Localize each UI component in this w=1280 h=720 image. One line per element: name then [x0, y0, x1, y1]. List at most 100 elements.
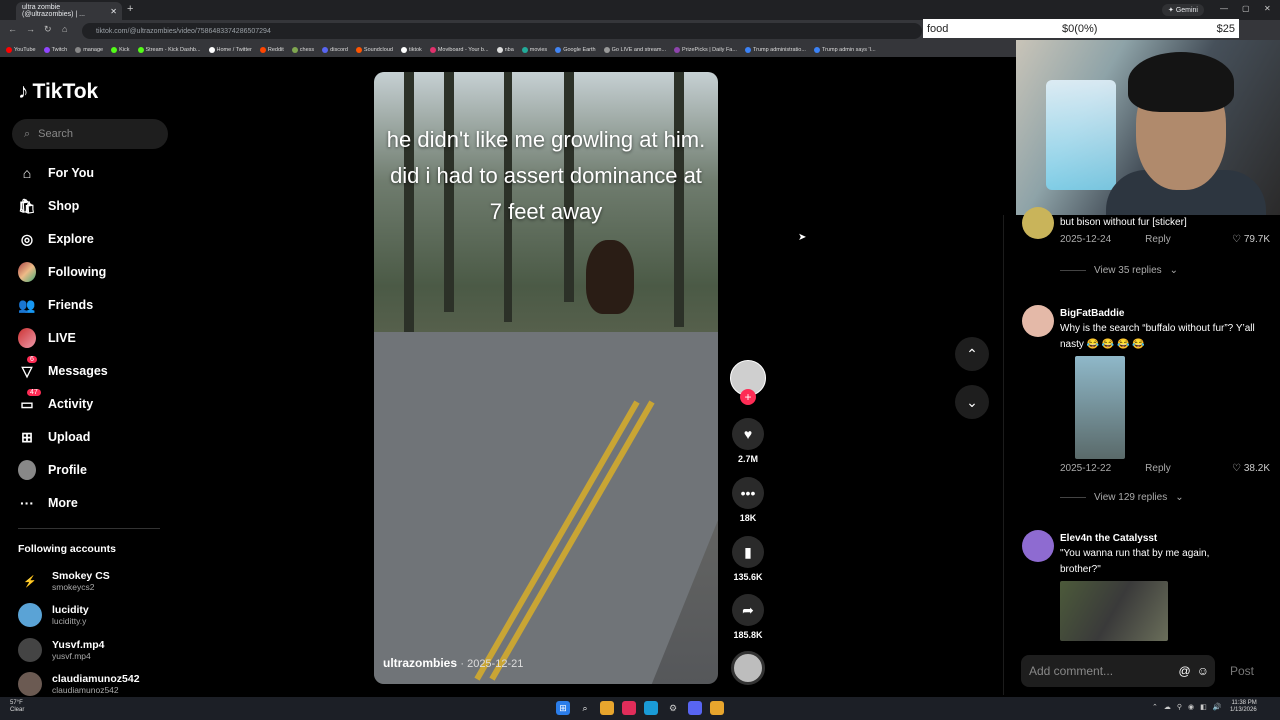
nav-more[interactable]: ··· More	[18, 490, 78, 516]
next-video-button[interactable]: ⌄	[955, 385, 989, 419]
taskbar-search-icon[interactable]: ⌕	[578, 701, 592, 715]
bookmark[interactable]: Reddit	[259, 46, 284, 53]
bookmark[interactable]: Twitch	[43, 46, 67, 53]
chrome-icon[interactable]	[600, 701, 614, 715]
discord-icon[interactable]	[688, 701, 702, 715]
comment-like-button[interactable]: ♡ 38.2K	[1232, 463, 1270, 474]
app-icon[interactable]: ⚙	[666, 701, 680, 715]
view-replies-button[interactable]: View 129 replies ⌄	[1060, 492, 1184, 503]
bookmark[interactable]: Stream - Kick Dashb...	[137, 46, 201, 53]
bookmark-label: Stream - Kick Dashb...	[145, 46, 201, 53]
save-button[interactable]: ▮ 135.6K	[730, 536, 766, 582]
media-icon[interactable]	[622, 701, 636, 715]
reply-button[interactable]: Reply	[1145, 463, 1171, 474]
avatar[interactable]	[1022, 530, 1054, 562]
like-button[interactable]: ♥ 2.7M	[730, 418, 766, 464]
clock[interactable]: 11:38 PM 1/13/2026	[1230, 700, 1257, 714]
music-disc[interactable]	[731, 651, 765, 685]
avatar	[18, 672, 42, 696]
close-tab-icon[interactable]: ✕	[110, 7, 117, 16]
add-comment-input[interactable]: Add comment... @ ☺	[1021, 655, 1215, 687]
browser-tab[interactable]: ultra zombie (@ultrazombies) | ... ✕	[16, 2, 122, 20]
previous-video-button[interactable]: ⌃	[955, 337, 989, 371]
nav-activity[interactable]: ▭ 47 Activity	[18, 389, 93, 417]
reload-icon[interactable]: ↻	[44, 24, 52, 35]
bookmark[interactable]: Google Earth	[555, 46, 596, 53]
taskbar	[0, 697, 1280, 720]
post-button[interactable]: Post	[1230, 664, 1254, 678]
view-replies-button[interactable]: View 35 replies ⌄	[1060, 265, 1178, 276]
bookmark[interactable]: Kick	[111, 46, 130, 53]
video-author[interactable]: ultrazombies	[383, 656, 457, 670]
comment-meta: 2025-12-24 Reply ♡ 79.7K	[1060, 234, 1270, 245]
emoji-icon[interactable]: ☺	[1197, 664, 1209, 678]
reply-button[interactable]: Reply	[1145, 234, 1171, 245]
nav-live[interactable]: LIVE	[18, 325, 76, 351]
bookmark[interactable]: chess	[291, 46, 315, 53]
comment-author[interactable]: BigFatBaddie	[1060, 308, 1124, 319]
following-account[interactable]: Yusvf.mp4 yusvf.mp4	[18, 638, 105, 662]
home-browser-icon[interactable]: ⌂	[62, 24, 67, 34]
nav-explore[interactable]: ◎ Explore	[18, 226, 94, 252]
system-tray[interactable]: ⌃☁⚲◉◧🔊	[1152, 703, 1227, 711]
nav-following[interactable]: Following	[18, 259, 106, 285]
nav-upload[interactable]: ⊞ Upload	[18, 424, 90, 450]
bookmark[interactable]: discord	[322, 46, 348, 53]
new-tab-icon[interactable]: +	[127, 3, 133, 15]
nav-shop[interactable]: 🛍 Shop	[18, 193, 79, 219]
nav-for-you[interactable]: ⌂ For You	[18, 160, 94, 186]
bookmark-label: movies	[529, 46, 548, 53]
comment-like-count: 38.2K	[1243, 463, 1270, 474]
search-placeholder: Search	[38, 128, 74, 140]
comment-sticker-image[interactable]	[1075, 356, 1125, 459]
nav-friends[interactable]: 👥 Friends	[18, 292, 93, 318]
nav-label: LIVE	[48, 331, 76, 345]
bookmark[interactable]: tiktok	[400, 46, 422, 53]
bookmark[interactable]: Moviboard - Your b...	[429, 46, 489, 53]
bookmark[interactable]: Trump admin says 'I...	[813, 46, 876, 53]
following-account[interactable]: ⚡ Smokey CS smokeycs2	[18, 569, 110, 593]
bookmark[interactable]: YouTube	[6, 46, 36, 53]
share-button[interactable]: ➦ 185.8K	[730, 594, 766, 640]
follow-plus-icon[interactable]: +	[740, 389, 756, 405]
tiktok-logo[interactable]: ♪ TikTok	[18, 80, 98, 104]
bookmark-label: chess	[299, 46, 315, 53]
edge-icon[interactable]	[644, 701, 658, 715]
comment-image[interactable]	[1060, 581, 1168, 641]
following-account[interactable]: lucidity luciditty.y	[18, 603, 89, 627]
bookmark[interactable]: manage	[75, 46, 103, 53]
comment-button[interactable]: ••• 18K	[730, 477, 766, 523]
temperature: 57°F	[10, 700, 23, 706]
bookmark[interactable]: movies	[521, 46, 548, 53]
url-field[interactable]: tiktok.com/@ultrazombies/video/758648337…	[82, 23, 922, 39]
gemini-button[interactable]: ✦ Gemini	[1162, 4, 1204, 16]
video-player[interactable]: he didn't like me growling at him. did i…	[374, 72, 718, 684]
bookmark[interactable]: Soundcloud	[355, 46, 393, 53]
comment-meta: 2025-12-22 Reply ♡ 38.2K	[1060, 463, 1270, 474]
minimize-icon[interactable]: —	[1220, 4, 1228, 13]
close-window-icon[interactable]: ✕	[1264, 4, 1271, 13]
chrome-icon[interactable]	[710, 701, 724, 715]
chevron-down-icon: ⌄	[966, 393, 978, 410]
bookmark[interactable]: Trump administratio...	[744, 46, 806, 53]
bookmark-label: Reddit	[267, 46, 284, 53]
windows-start-icon[interactable]: ⊞	[556, 701, 570, 715]
back-icon[interactable]: ←	[8, 24, 17, 34]
weather-widget[interactable]: 57°F Clear	[10, 700, 24, 714]
search-input[interactable]: ⌕ Search	[12, 119, 168, 149]
nav-messages[interactable]: ▽ 6 Messages	[18, 356, 108, 384]
comment-author[interactable]: Elev4n the Catalysst	[1060, 533, 1157, 544]
maximize-icon[interactable]: ▢	[1242, 4, 1250, 13]
mention-icon[interactable]: @	[1179, 664, 1191, 678]
forward-icon[interactable]: →	[26, 24, 35, 34]
nav-label: Friends	[48, 298, 94, 312]
bookmark[interactable]: Home / Twitter	[208, 46, 252, 53]
bookmark[interactable]: PrizePicks | Daily Fa...	[674, 46, 737, 53]
bookmark[interactable]: nba	[496, 46, 514, 53]
bookmark[interactable]: Go LIVE and stream...	[603, 46, 666, 53]
comment-like-button[interactable]: ♡ 79.7K	[1232, 234, 1270, 245]
avatar[interactable]	[1022, 305, 1054, 337]
nav-profile[interactable]: Profile	[18, 457, 87, 483]
following-account[interactable]: claudiamunoz542 claudiamunoz542	[18, 672, 140, 696]
logo-text: TikTok	[32, 80, 99, 103]
